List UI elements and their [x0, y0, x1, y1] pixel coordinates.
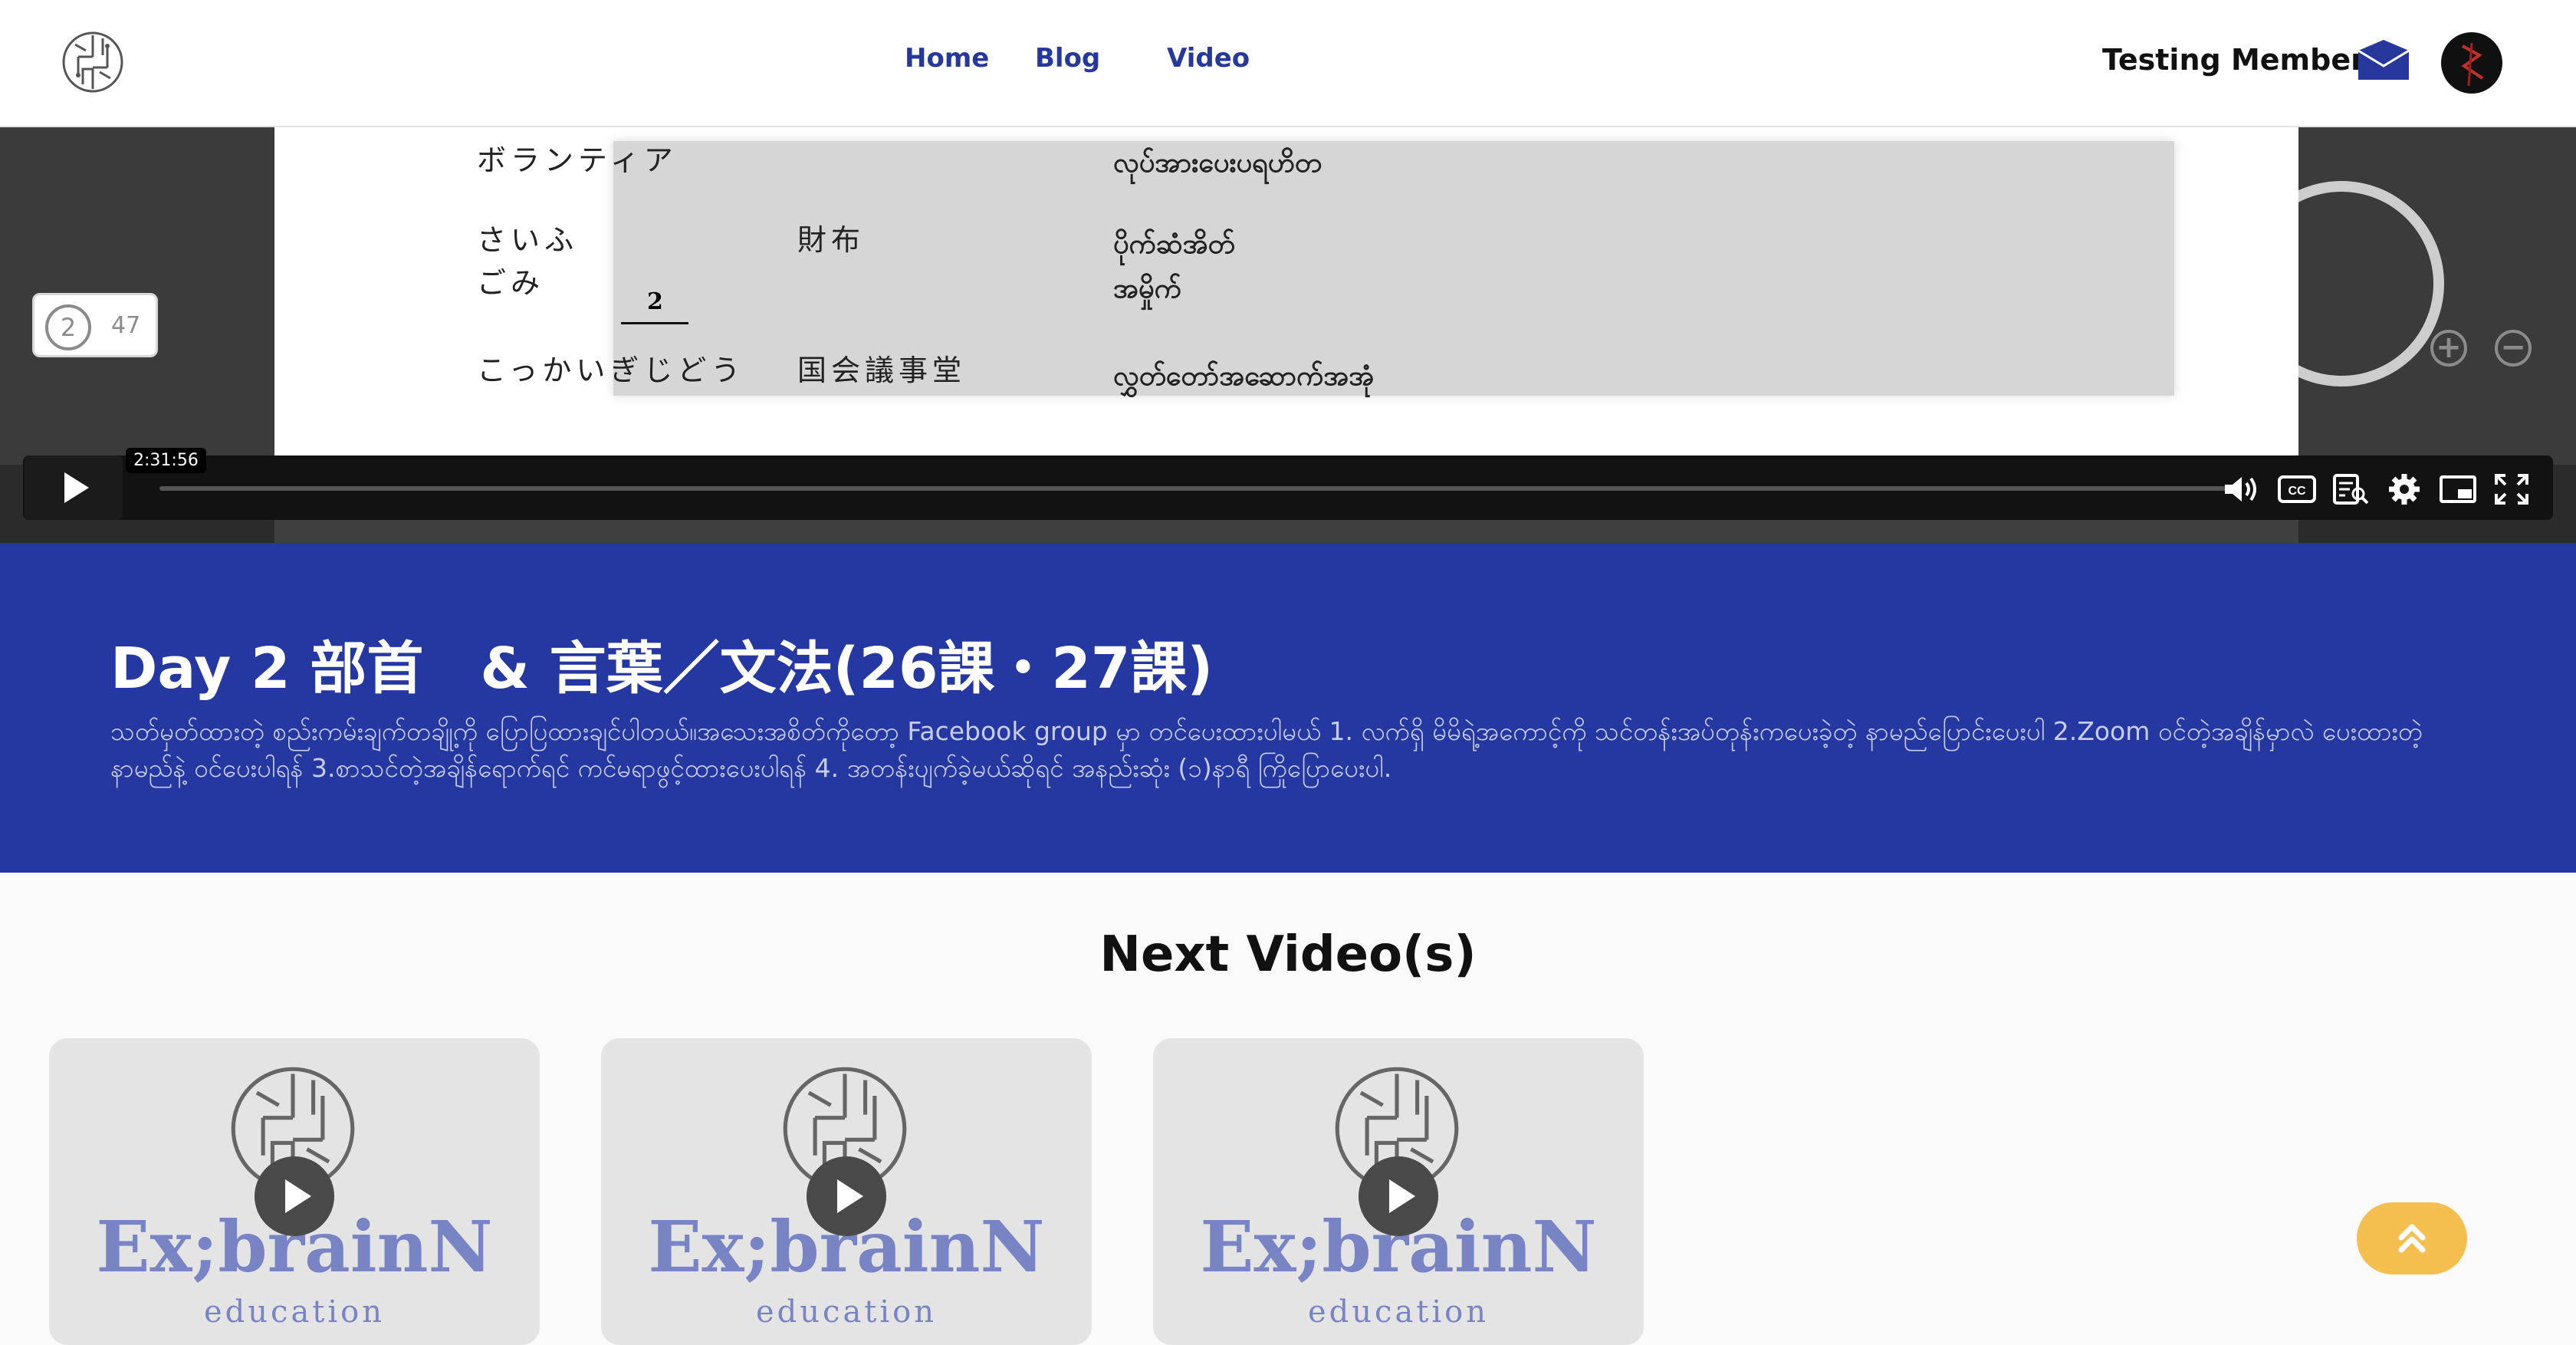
play-button[interactable] — [1359, 1156, 1438, 1236]
nav-video[interactable]: Video — [1167, 43, 1250, 74]
scroll-to-top-button[interactable] — [2357, 1202, 2467, 1274]
doc-word-jp: ボランティア — [477, 143, 678, 177]
doc-page-rule — [621, 322, 688, 324]
doc-word-mm: လွှတ်တော်အဆောက်အအုံ — [1113, 360, 1375, 392]
captions-icon[interactable]: CC — [2277, 472, 2317, 506]
picture-in-picture-icon[interactable] — [2438, 472, 2478, 506]
double-chevron-up-icon — [2398, 1224, 2426, 1253]
user-name[interactable]: Testing Member — [2102, 43, 2365, 77]
next-video-card[interactable]: Ex;brainN education — [49, 1038, 540, 1345]
plus-circle-icon[interactable]: + — [2430, 330, 2467, 367]
watermark-shape — [2239, 181, 2444, 386]
play-icon — [837, 1179, 863, 1213]
progress-bar[interactable] — [159, 486, 2229, 491]
nav-home[interactable]: Home — [905, 43, 989, 74]
avatar[interactable] — [2441, 32, 2502, 94]
volume-icon[interactable] — [2222, 472, 2262, 506]
settings-gear-icon[interactable] — [2384, 472, 2424, 506]
player-controls: CC — [23, 455, 2553, 520]
site-header: Home Blog Video Testing Member — [0, 0, 2576, 127]
svg-text:CC: CC — [2288, 485, 2306, 498]
avatar-art-icon — [2461, 42, 2484, 87]
play-icon — [64, 472, 89, 503]
card-brand-sub: education — [756, 1294, 937, 1330]
video-title: Day 2 部首 & 言葉／文法(26課・27課) — [110, 636, 1214, 702]
card-brand-sub: education — [1308, 1294, 1489, 1330]
play-icon — [285, 1179, 311, 1213]
doc-page-marker: 2 — [647, 288, 663, 315]
doc-word-jp: こっかいぎじどう — [477, 354, 745, 387]
fullscreen-icon[interactable] — [2492, 472, 2532, 506]
transcript-icon[interactable] — [2331, 472, 2371, 506]
doc-word-kanji: 国会議事堂 — [797, 354, 967, 387]
doc-word-jp: さいふ — [477, 223, 579, 257]
next-video-card[interactable]: Ex;brainN education — [1153, 1038, 1644, 1345]
play-button[interactable] — [255, 1156, 334, 1236]
play-button[interactable] — [25, 455, 123, 520]
next-video-card[interactable]: Ex;brainN education — [601, 1038, 1092, 1345]
doc-word-mm: အမှိုက် — [1113, 272, 1181, 304]
video-player[interactable]: ボランティア လုပ်အားပေးပရဟိတ さいふ 財布 ပိုက်ဆံအိတ… — [0, 127, 2576, 543]
nav-blog[interactable]: Blog — [1035, 43, 1100, 74]
card-brand-sub: education — [204, 1294, 385, 1330]
video-info-band: Day 2 部首 & 言葉／文法(26課・27課) သတ်မှတ်ထားတဲ့ … — [0, 543, 2576, 873]
play-icon — [1389, 1179, 1415, 1213]
time-tooltip: 2:31:56 — [126, 448, 206, 473]
page-indicator: 2 47 — [32, 293, 158, 357]
doc-word-kanji: 財布 — [797, 223, 866, 257]
envelope-icon[interactable] — [2357, 38, 2410, 81]
video-description: သတ်မှတ်ထားတဲ့ စည်းကမ်းချက်တချို့ကို ပြော… — [110, 716, 2423, 783]
doc-word-jp: ごみ — [477, 266, 545, 300]
play-button[interactable] — [807, 1156, 886, 1236]
brain-circuit-logo-icon[interactable] — [60, 29, 126, 95]
doc-word-mm: လုပ်အားပေးပရဟိတ — [1113, 146, 1322, 179]
doc-word-mm: ပိုက်ဆံအိတ် — [1113, 228, 1235, 260]
next-videos-heading: Next Video(s) — [1099, 926, 1477, 983]
minus-circle-icon[interactable]: − — [2495, 330, 2532, 367]
current-page: 2 — [45, 304, 91, 350]
total-pages: 47 — [111, 312, 141, 339]
